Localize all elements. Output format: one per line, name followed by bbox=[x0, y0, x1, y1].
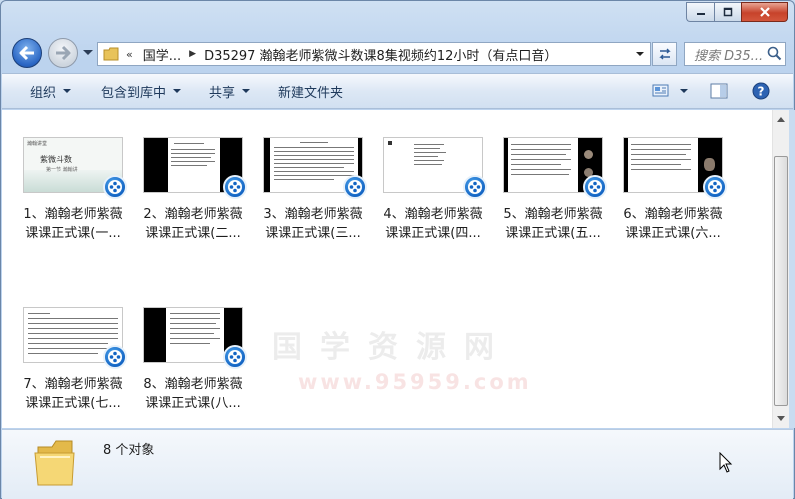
file-name-line1: 8、瀚翰老师紫薇 bbox=[143, 377, 243, 392]
file-name-line2: 课课正式课(二... bbox=[145, 226, 241, 241]
minimize-button[interactable] bbox=[686, 2, 714, 22]
minimize-icon bbox=[696, 13, 705, 15]
folder-icon bbox=[100, 43, 122, 65]
thumb-corner-text: 瀚翰讲堂 bbox=[27, 141, 48, 147]
item-count: 8 个对象 bbox=[103, 443, 155, 458]
scroll-down-icon[interactable] bbox=[777, 416, 785, 421]
forward-button[interactable] bbox=[48, 38, 78, 68]
file-name-line1: 2、瀚翰老师紫薇 bbox=[143, 207, 243, 222]
file-name-line2: 课课正式课(五... bbox=[505, 226, 601, 241]
chevron-down-icon bbox=[173, 89, 182, 93]
file-name-line2: 课课正式课(六... bbox=[625, 226, 721, 241]
file-name: 1、瀚翰老师紫薇 课课正式课(一... bbox=[14, 205, 132, 243]
file-name-line1: 6、瀚翰老师紫薇 bbox=[623, 207, 723, 222]
breadcrumb-separator-icon[interactable]: ▶ bbox=[189, 49, 196, 59]
video-file-icon bbox=[223, 345, 247, 369]
svg-text:?: ? bbox=[758, 85, 765, 99]
folder-large-icon bbox=[32, 435, 80, 492]
file-name-line2: 课课正式课(八... bbox=[145, 396, 241, 411]
share-label: 共享 bbox=[209, 85, 236, 101]
close-button[interactable] bbox=[741, 2, 788, 22]
arrow-left-icon bbox=[19, 45, 34, 61]
include-in-library-label: 包含到库中 bbox=[101, 85, 167, 101]
help-button[interactable]: ? bbox=[752, 74, 770, 108]
file-name-line1: 3、瀚翰老师紫薇 bbox=[263, 207, 363, 222]
chevron-down-icon bbox=[242, 89, 251, 93]
video-file-icon bbox=[703, 175, 727, 199]
window-border bbox=[789, 110, 795, 428]
file-name: 7、瀚翰老师紫薇 课课正式课(七... bbox=[14, 375, 132, 413]
recent-pages-dropdown[interactable] bbox=[83, 50, 93, 55]
refresh-icon bbox=[658, 48, 671, 60]
file-name-line1: 7、瀚翰老师紫薇 bbox=[23, 377, 123, 392]
explorer-window: « 国学... ▶ D35297 瀚翰老师紫微斗数课8集视频约12小时（有点口音… bbox=[0, 0, 795, 499]
file-name-line1: 5、瀚翰老师紫薇 bbox=[503, 207, 603, 222]
maximize-icon bbox=[723, 7, 733, 17]
video-file-icon bbox=[223, 175, 247, 199]
video-file-icon bbox=[103, 345, 127, 369]
preview-pane-button[interactable] bbox=[710, 74, 728, 108]
new-folder-button[interactable]: 新建文件夹 bbox=[266, 74, 355, 108]
view-options-button[interactable] bbox=[652, 74, 688, 108]
file-name: 4、瀚翰老师紫薇 课课正式课(四... bbox=[374, 205, 492, 243]
address-history-dropdown[interactable] bbox=[636, 52, 644, 56]
file-name-line2: 课课正式课(四... bbox=[385, 226, 481, 241]
caption-buttons bbox=[686, 2, 788, 22]
scrollbar-thumb[interactable] bbox=[774, 156, 788, 406]
chevron-down-icon bbox=[63, 89, 72, 93]
file-name-line2: 课课正式课(三... bbox=[265, 226, 361, 241]
help-icon: ? bbox=[752, 82, 770, 100]
details-pane: 8 个对象 bbox=[2, 429, 793, 499]
command-bar: 组织 包含到库中 共享 新建文件夹 ? bbox=[2, 73, 793, 109]
file-name-line1: 1、瀚翰老师紫薇 bbox=[23, 207, 123, 222]
thumb-subtitle-text: 第一节 瀚翰讲 bbox=[46, 167, 78, 173]
preview-pane-icon bbox=[710, 83, 728, 99]
refresh-button[interactable] bbox=[652, 42, 677, 66]
organize-label: 组织 bbox=[30, 85, 57, 101]
file-list-pane[interactable]: 瀚翰讲堂 紫微斗数 第一节 瀚翰讲 1、瀚翰老师紫薇 课课正式课(一... 2、… bbox=[2, 110, 772, 428]
file-name: 6、瀚翰老师紫薇 课课正式课(六... bbox=[614, 205, 732, 243]
watermark-url: www.95959.com bbox=[298, 370, 532, 394]
file-name-line1: 4、瀚翰老师紫薇 bbox=[383, 207, 483, 222]
address-overflow-chevron[interactable]: « bbox=[126, 48, 133, 61]
share-menu[interactable]: 共享 bbox=[197, 74, 262, 108]
scroll-up-icon[interactable] bbox=[777, 117, 785, 122]
maximize-button[interactable] bbox=[714, 2, 741, 22]
arrow-right-icon bbox=[56, 45, 71, 61]
video-file-icon bbox=[583, 175, 607, 199]
include-in-library-menu[interactable]: 包含到库中 bbox=[89, 74, 193, 108]
file-name: 2、瀚翰老师紫薇 课课正式课(二... bbox=[134, 205, 252, 243]
video-file-icon bbox=[463, 175, 487, 199]
breadcrumb-segment[interactable]: 国学... bbox=[143, 45, 181, 64]
search-icon[interactable] bbox=[767, 46, 789, 64]
file-name: 8、瀚翰老师紫薇 课课正式课(八... bbox=[134, 375, 252, 413]
file-name: 5、瀚翰老师紫薇 课课正式课(五... bbox=[494, 205, 612, 243]
organize-menu[interactable]: 组织 bbox=[18, 74, 83, 108]
video-file-icon bbox=[103, 175, 127, 199]
mouse-cursor-icon bbox=[719, 451, 733, 477]
file-name-line2: 课课正式课(七... bbox=[25, 396, 121, 411]
file-name: 3、瀚翰老师紫薇 课课正式课(三... bbox=[254, 205, 372, 243]
vertical-scrollbar[interactable] bbox=[772, 110, 789, 428]
close-icon bbox=[759, 7, 770, 17]
watermark-text: 国学资源网 bbox=[272, 330, 512, 365]
file-name-line2: 课课正式课(一... bbox=[25, 226, 121, 241]
new-folder-label: 新建文件夹 bbox=[278, 85, 344, 101]
back-button[interactable] bbox=[12, 38, 42, 68]
chevron-down-icon bbox=[680, 89, 688, 93]
breadcrumb-current[interactable]: D35297 瀚翰老师紫微斗数课8集视频约12小时（有点口音） bbox=[204, 45, 557, 64]
view-icon bbox=[652, 84, 669, 97]
address-bar[interactable]: « 国学... ▶ D35297 瀚翰老师紫微斗数课8集视频约12小时（有点口音… bbox=[97, 42, 651, 66]
thumb-title-text: 紫微斗数 bbox=[40, 155, 72, 164]
video-file-icon bbox=[343, 175, 367, 199]
